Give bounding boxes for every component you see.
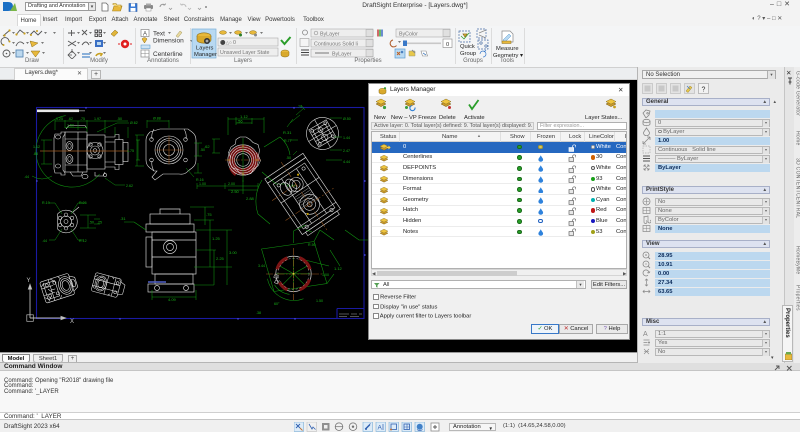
svg-text:.50: .50: [89, 221, 94, 225]
svg-text:3.44: 3.44: [258, 264, 265, 268]
svg-text:1.97: 1.97: [94, 117, 101, 121]
svg-text:.38: .38: [256, 311, 261, 315]
svg-text:1.50: 1.50: [67, 124, 74, 128]
svg-text:0: 0: [446, 41, 449, 47]
svg-text:1.44: 1.44: [343, 136, 350, 140]
svg-text:Ø.62: Ø.62: [130, 121, 138, 125]
svg-text:Unsaved Layer State: Unsaved Layer State: [220, 50, 270, 56]
svg-text:R.77: R.77: [284, 139, 292, 143]
svg-text:2.88: 2.88: [246, 196, 255, 201]
svg-text:X: X: [70, 319, 74, 325]
svg-text:1.25: 1.25: [56, 117, 63, 121]
svg-text:ByColor: ByColor: [399, 31, 418, 37]
svg-text:Ø.88: Ø.88: [153, 117, 161, 121]
svg-text:.31: .31: [120, 216, 126, 221]
svg-text:1.75: 1.75: [127, 149, 134, 153]
svg-text:1.12: 1.12: [33, 145, 40, 149]
svg-text:R.31: R.31: [283, 130, 292, 135]
svg-text:.62: .62: [204, 144, 210, 149]
svg-text:Geometry ▾: Geometry ▾: [493, 53, 523, 59]
svg-text:Measure: Measure: [496, 46, 519, 52]
svg-text:Continuous Solid li: Continuous Solid li: [314, 41, 358, 47]
svg-text:Ø.50: Ø.50: [343, 117, 351, 121]
svg-text:3.00: 3.00: [229, 250, 238, 255]
svg-text:R.06: R.06: [79, 201, 87, 205]
svg-text:Text: Text: [153, 30, 165, 37]
svg-text:.50: .50: [117, 117, 122, 121]
svg-text:Centerline: Centerline: [153, 51, 183, 58]
svg-text:0: 0: [233, 40, 236, 46]
svg-text:⚫△○: ⚫△○: [220, 39, 232, 45]
svg-text:?: ?: [702, 87, 706, 94]
svg-text:.56: .56: [237, 119, 243, 124]
svg-text:R.19: R.19: [42, 201, 50, 205]
svg-text:.50: .50: [286, 156, 291, 160]
svg-text:A: A: [643, 331, 648, 338]
svg-text:R.50: R.50: [308, 243, 316, 247]
svg-text:2.25: 2.25: [216, 256, 225, 261]
svg-text:.88: .88: [33, 152, 38, 156]
svg-text:.75: .75: [206, 212, 212, 217]
svg-text:.62: .62: [68, 117, 73, 121]
svg-text:A: A: [378, 424, 383, 431]
svg-text:Manager: Manager: [194, 52, 217, 58]
svg-text:Activate: Activate: [464, 115, 485, 121]
svg-text:60°: 60°: [274, 302, 280, 306]
svg-text:.25: .25: [97, 221, 102, 225]
svg-text:R.12: R.12: [79, 239, 87, 243]
svg-text:.75: .75: [80, 117, 85, 121]
svg-text:New: New: [374, 115, 386, 121]
svg-text:Layer States...: Layer States...: [585, 115, 623, 121]
svg-text:1.00: 1.00: [199, 182, 206, 186]
svg-text:Dimension: Dimension: [153, 37, 184, 44]
svg-text:.44: .44: [42, 239, 47, 243]
svg-text:Delete: Delete: [439, 115, 456, 121]
svg-text:Group: Group: [460, 51, 476, 57]
svg-text:New – VP Freeze: New – VP Freeze: [391, 115, 436, 121]
svg-text:.44: .44: [24, 175, 29, 179]
svg-text:ByLayer: ByLayer: [320, 31, 340, 37]
svg-text:2.50: 2.50: [231, 189, 240, 194]
svg-text:1.25: 1.25: [212, 236, 221, 241]
svg-text:2.47: 2.47: [343, 149, 350, 153]
svg-text:4.44: 4.44: [343, 160, 350, 164]
svg-text:ByLayer: ByLayer: [332, 51, 352, 57]
svg-text:2.62: 2.62: [126, 184, 133, 188]
svg-text:Layers: Layers: [196, 45, 214, 51]
svg-text:4.09: 4.09: [168, 297, 177, 302]
svg-text:2.00: 2.00: [228, 182, 235, 186]
svg-text:1.00: 1.00: [322, 273, 329, 277]
svg-text:Quick: Quick: [460, 44, 475, 50]
svg-text:1.12: 1.12: [334, 266, 343, 271]
svg-text:1.50: 1.50: [316, 299, 323, 303]
svg-text:A: A: [143, 31, 147, 37]
svg-text:Y: Y: [27, 278, 31, 284]
svg-text:.75: .75: [297, 105, 302, 109]
